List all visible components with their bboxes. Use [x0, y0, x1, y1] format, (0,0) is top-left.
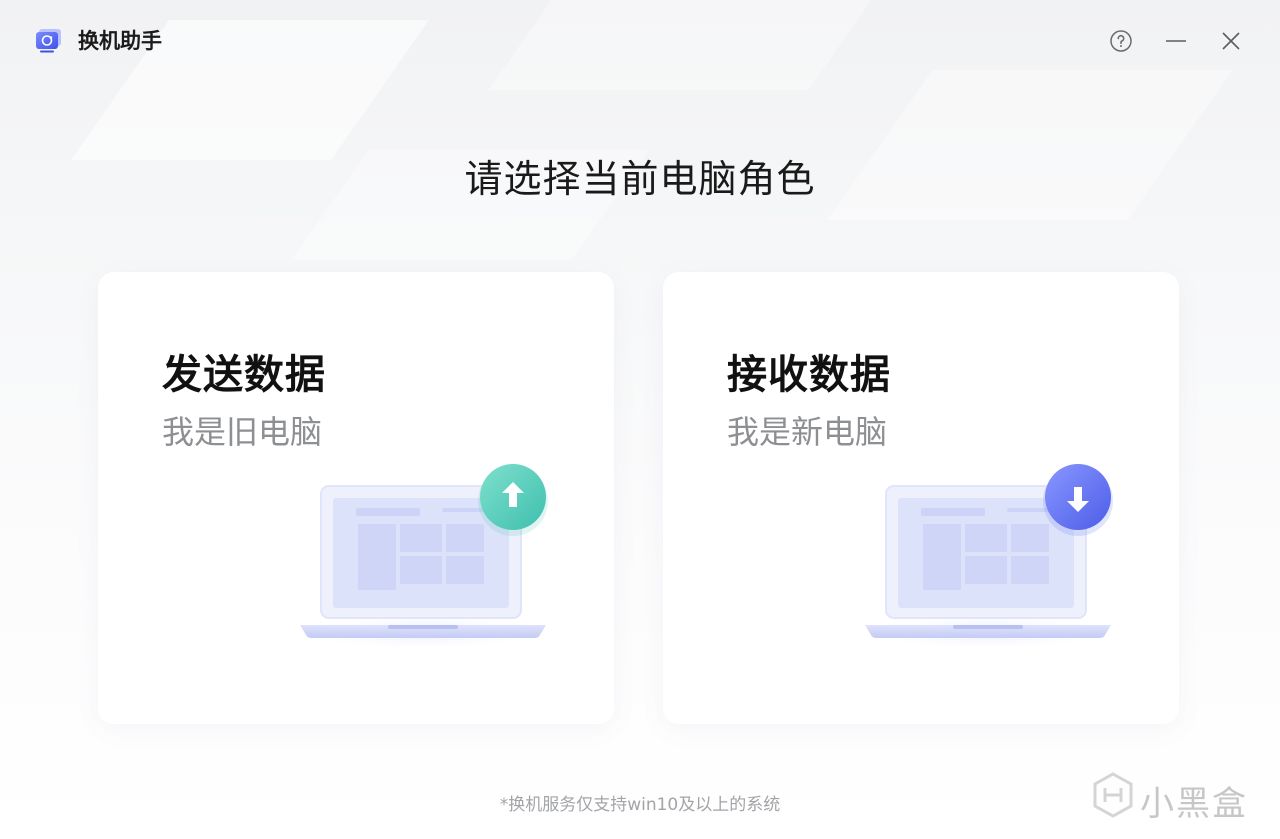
minimize-button[interactable] — [1163, 30, 1189, 56]
minimize-icon — [1164, 29, 1188, 57]
title-bar: 换机助手 — [0, 0, 1280, 84]
close-button[interactable] — [1218, 30, 1244, 56]
card-subtitle: 我是新电脑 — [727, 413, 888, 451]
watermark-text: 小黑盒 — [1140, 784, 1248, 824]
receive-data-card[interactable]: 接收数据 我是新电脑 — [663, 272, 1179, 724]
close-icon — [1219, 29, 1243, 57]
app-logo-icon — [35, 28, 63, 54]
card-title: 接收数据 — [727, 352, 891, 398]
send-data-card[interactable]: 发送数据 我是旧电脑 — [98, 272, 614, 724]
laptop-download-illustration — [853, 462, 1123, 652]
card-subtitle: 我是旧电脑 — [162, 413, 323, 451]
help-button[interactable] — [1108, 30, 1134, 56]
help-icon — [1109, 29, 1133, 57]
card-title: 发送数据 — [162, 352, 326, 398]
app-title: 换机助手 — [78, 29, 162, 53]
page-title: 请选择当前电脑角色 — [464, 157, 816, 201]
app-window: 换机助手 请选择当前电脑角色 发送数据 我是旧电脑 接收数据 我是新电脑 *换机… — [0, 0, 1280, 839]
laptop-upload-illustration — [288, 462, 558, 652]
